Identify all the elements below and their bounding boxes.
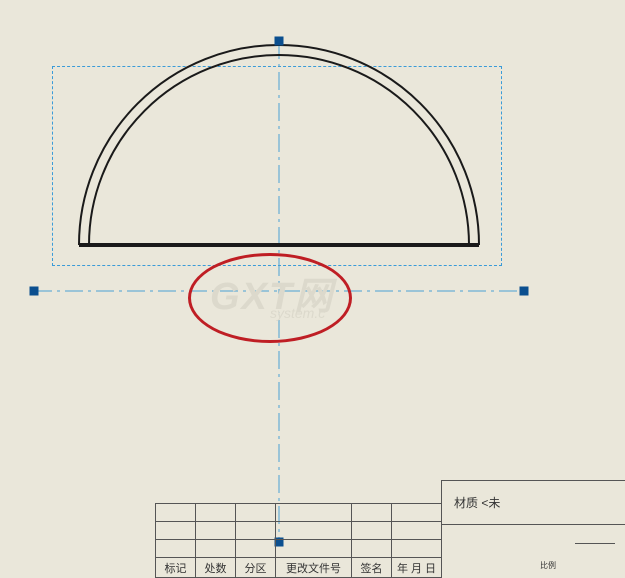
drawing-canvas[interactable]: GXT网 system.c 标记 处数 分区 更改文件号 签名 年 月 日 材质… — [0, 0, 625, 578]
handle-right[interactable] — [520, 287, 529, 296]
material-cell: 材质 <未 — [441, 480, 625, 524]
title-block: 标记 处数 分区 更改文件号 签名 年 月 日 — [155, 503, 442, 578]
handle-top[interactable] — [275, 37, 284, 46]
col-zone: 分区 — [236, 558, 276, 578]
inner-arc — [89, 55, 469, 245]
col-sign: 签名 — [352, 558, 392, 578]
handle-left[interactable] — [30, 287, 39, 296]
outer-arc — [79, 45, 479, 245]
table-row — [156, 540, 442, 558]
col-count: 处数 — [196, 558, 236, 578]
table-row — [156, 504, 442, 522]
material-lower-cell — [441, 524, 625, 578]
table-row — [156, 522, 442, 540]
col-mark: 标记 — [156, 558, 196, 578]
scale-label: 比例 — [540, 560, 556, 571]
annotation-circle — [188, 253, 352, 343]
table-header-row: 标记 处数 分区 更改文件号 签名 年 月 日 — [156, 558, 442, 578]
material-label: 材质 <未 — [454, 494, 500, 511]
col-date: 年 月 日 — [392, 558, 442, 578]
col-change-doc: 更改文件号 — [276, 558, 352, 578]
